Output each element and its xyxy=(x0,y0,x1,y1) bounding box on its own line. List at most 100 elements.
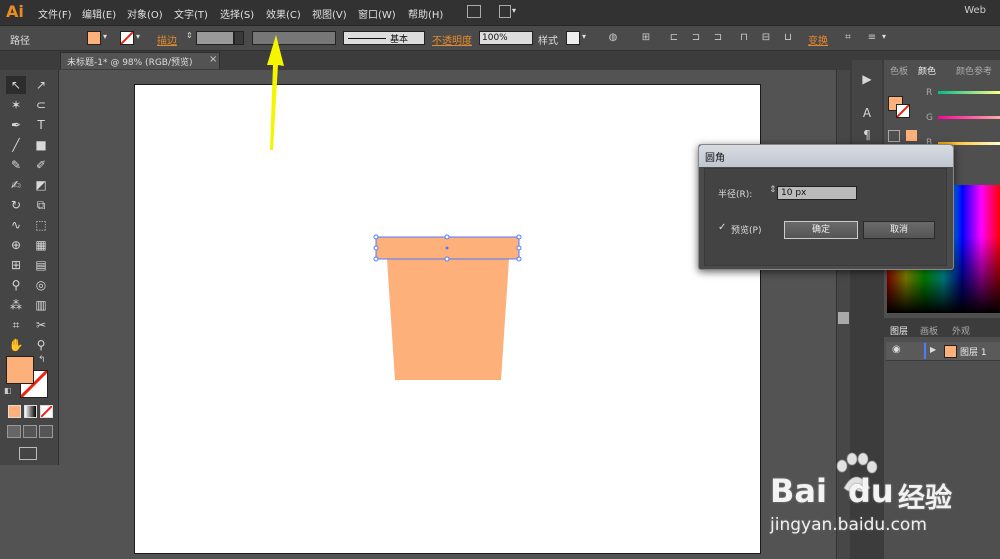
align-bottom-icon[interactable]: ⊔ xyxy=(782,32,794,44)
tab-swatches[interactable]: 色板 xyxy=(890,64,908,77)
rotate-tool-icon[interactable]: ↻ xyxy=(6,196,26,214)
stroke-swatch[interactable] xyxy=(120,31,134,45)
selection-tool-icon[interactable]: ↖ xyxy=(6,76,26,94)
menu-select[interactable]: 选择(S) xyxy=(220,6,254,21)
direct-selection-tool-icon[interactable]: ↗ xyxy=(31,76,51,94)
stroke-weight-field[interactable] xyxy=(196,31,234,45)
gradient-tool-icon[interactable]: ▤ xyxy=(31,256,51,274)
radius-stepper-icon[interactable]: ⇕ xyxy=(769,185,777,195)
blob-brush-tool-icon[interactable]: ✍ xyxy=(6,176,26,194)
align-center-icon[interactable]: ⊐ xyxy=(690,32,702,44)
menu-edit[interactable]: 编辑(E) xyxy=(82,6,116,21)
isolate-icon[interactable]: ⌗ xyxy=(842,32,854,44)
type-tool-icon[interactable]: T xyxy=(31,116,51,134)
cancel-button[interactable]: 取消 xyxy=(863,221,935,239)
close-icon[interactable]: × xyxy=(209,54,217,65)
panel-menu-icon[interactable]: ≡ xyxy=(866,32,878,44)
out-of-gamut-icon[interactable] xyxy=(888,130,900,142)
menu-type[interactable]: 文字(T) xyxy=(174,6,208,21)
radius-input[interactable]: 10 px xyxy=(777,186,857,200)
default-colors-icon[interactable]: ◧ xyxy=(4,386,12,395)
pencil-tool-icon[interactable]: ✐ xyxy=(31,156,51,174)
layer-name[interactable]: 图层 1 xyxy=(960,345,987,358)
tab-color-guide[interactable]: 颜色参考 xyxy=(956,64,992,77)
menu-help[interactable]: 帮助(H) xyxy=(408,6,443,21)
artboard[interactable] xyxy=(134,84,761,554)
tab-color[interactable]: 颜色 xyxy=(918,64,936,77)
preview-checkbox[interactable]: ✓ xyxy=(718,222,726,233)
arrange-documents-icon[interactable] xyxy=(499,5,511,18)
align-middle-icon[interactable]: ⊟ xyxy=(760,32,772,44)
eraser-tool-icon[interactable]: ◩ xyxy=(31,176,51,194)
tab-appearance[interactable]: 外观 xyxy=(952,324,970,337)
brush-dropdown[interactable]: 基本 xyxy=(343,31,425,45)
web-safe-color-swatch[interactable] xyxy=(906,130,917,141)
chevron-down-icon[interactable]: ▾ xyxy=(136,32,140,41)
ok-button[interactable]: 确定 xyxy=(784,221,858,239)
opacity-field[interactable]: 100% xyxy=(479,31,533,45)
bridge-icon[interactable] xyxy=(467,5,481,18)
chevron-down-icon[interactable]: ▾ xyxy=(882,32,886,41)
chevron-down-icon[interactable]: ▾ xyxy=(512,6,516,15)
menu-view[interactable]: 视图(V) xyxy=(312,6,347,21)
artboard-tool-icon[interactable]: ⌗ xyxy=(6,316,26,334)
align-right-icon[interactable]: ⊐ xyxy=(712,32,724,44)
channel-g-slider[interactable] xyxy=(938,116,1000,119)
layer-row[interactable]: ◉ ▶ 图层 1 xyxy=(886,342,1000,361)
screen-mode-icon[interactable] xyxy=(19,447,37,460)
align-top-icon[interactable]: ⊓ xyxy=(738,32,750,44)
blend-tool-icon[interactable]: ◎ xyxy=(31,276,51,294)
fill-color-box[interactable] xyxy=(6,356,34,384)
menu-effect[interactable]: 效果(C) xyxy=(266,6,301,21)
perspective-grid-tool-icon[interactable]: ▦ xyxy=(31,236,51,254)
magic-wand-tool-icon[interactable]: ✶ xyxy=(6,96,26,114)
warp-tool-icon[interactable]: ∿ xyxy=(6,216,26,234)
chevron-down-icon[interactable]: ▾ xyxy=(103,32,107,41)
column-graph-tool-icon[interactable]: ▥ xyxy=(31,296,51,314)
symbol-sprayer-tool-icon[interactable]: ⁂ xyxy=(6,296,26,314)
line-tool-icon[interactable]: ╱ xyxy=(6,136,26,154)
pot-body-shape[interactable] xyxy=(387,259,509,380)
document-tab[interactable]: 未标题-1* @ 98% (RGB/预览) × xyxy=(60,52,220,69)
stroke-weight-dropdown[interactable] xyxy=(234,31,244,45)
none-mode-icon[interactable] xyxy=(40,405,53,418)
color-mode-icon[interactable] xyxy=(8,405,21,418)
tab-artboards[interactable]: 画板 xyxy=(920,324,938,337)
opacity-label[interactable]: 不透明度 xyxy=(432,32,472,47)
fill-swatch[interactable] xyxy=(87,31,101,45)
actions-panel-icon[interactable]: ▶ xyxy=(857,70,877,88)
character-panel-icon[interactable]: A xyxy=(857,104,877,122)
menu-window[interactable]: 窗口(W) xyxy=(358,6,396,21)
chevron-down-icon[interactable]: ▾ xyxy=(582,32,586,41)
stepper-icon[interactable]: ⇕ xyxy=(186,31,193,40)
shape-builder-tool-icon[interactable]: ⊕ xyxy=(6,236,26,254)
rectangle-tool-icon[interactable]: ■ xyxy=(31,136,51,154)
transform-label[interactable]: 变换 xyxy=(808,32,828,47)
tab-layers[interactable]: 图层 xyxy=(890,324,908,337)
gradient-mode-icon[interactable] xyxy=(24,405,37,418)
color-panel-stroke[interactable] xyxy=(896,104,910,118)
paragraph-panel-icon[interactable]: ¶ xyxy=(857,126,877,144)
free-transform-tool-icon[interactable]: ⬚ xyxy=(31,216,51,234)
align-left-icon[interactable]: ⊏ xyxy=(668,32,680,44)
slice-tool-icon[interactable]: ✂ xyxy=(31,316,51,334)
dialog-title-bar[interactable]: 圆角 xyxy=(699,145,953,167)
swap-fill-stroke-icon[interactable]: ↰ xyxy=(38,355,46,365)
stroke-label[interactable]: 描边 xyxy=(157,32,177,47)
menu-file[interactable]: 文件(F) xyxy=(38,6,72,21)
eye-icon[interactable]: ◉ xyxy=(892,344,901,355)
align-to-icon[interactable]: ⊞ xyxy=(640,32,652,44)
zoom-tool-icon[interactable]: ⚲ xyxy=(31,336,51,354)
draw-behind-icon[interactable] xyxy=(23,425,37,438)
scale-tool-icon[interactable]: ⧉ xyxy=(31,196,51,214)
mesh-tool-icon[interactable]: ⊞ xyxy=(6,256,26,274)
menu-object[interactable]: 对象(O) xyxy=(127,6,163,21)
lasso-tool-icon[interactable]: ⊂ xyxy=(31,96,51,114)
scrollbar-thumb[interactable] xyxy=(838,312,849,324)
draw-normal-icon[interactable] xyxy=(7,425,21,438)
recolor-artwork-icon[interactable]: ◍ xyxy=(607,32,619,44)
eyedropper-tool-icon[interactable]: ⚲ xyxy=(6,276,26,294)
hand-tool-icon[interactable]: ✋ xyxy=(6,336,26,354)
pen-tool-icon[interactable]: ✒ xyxy=(6,116,26,134)
draw-inside-icon[interactable] xyxy=(39,425,53,438)
